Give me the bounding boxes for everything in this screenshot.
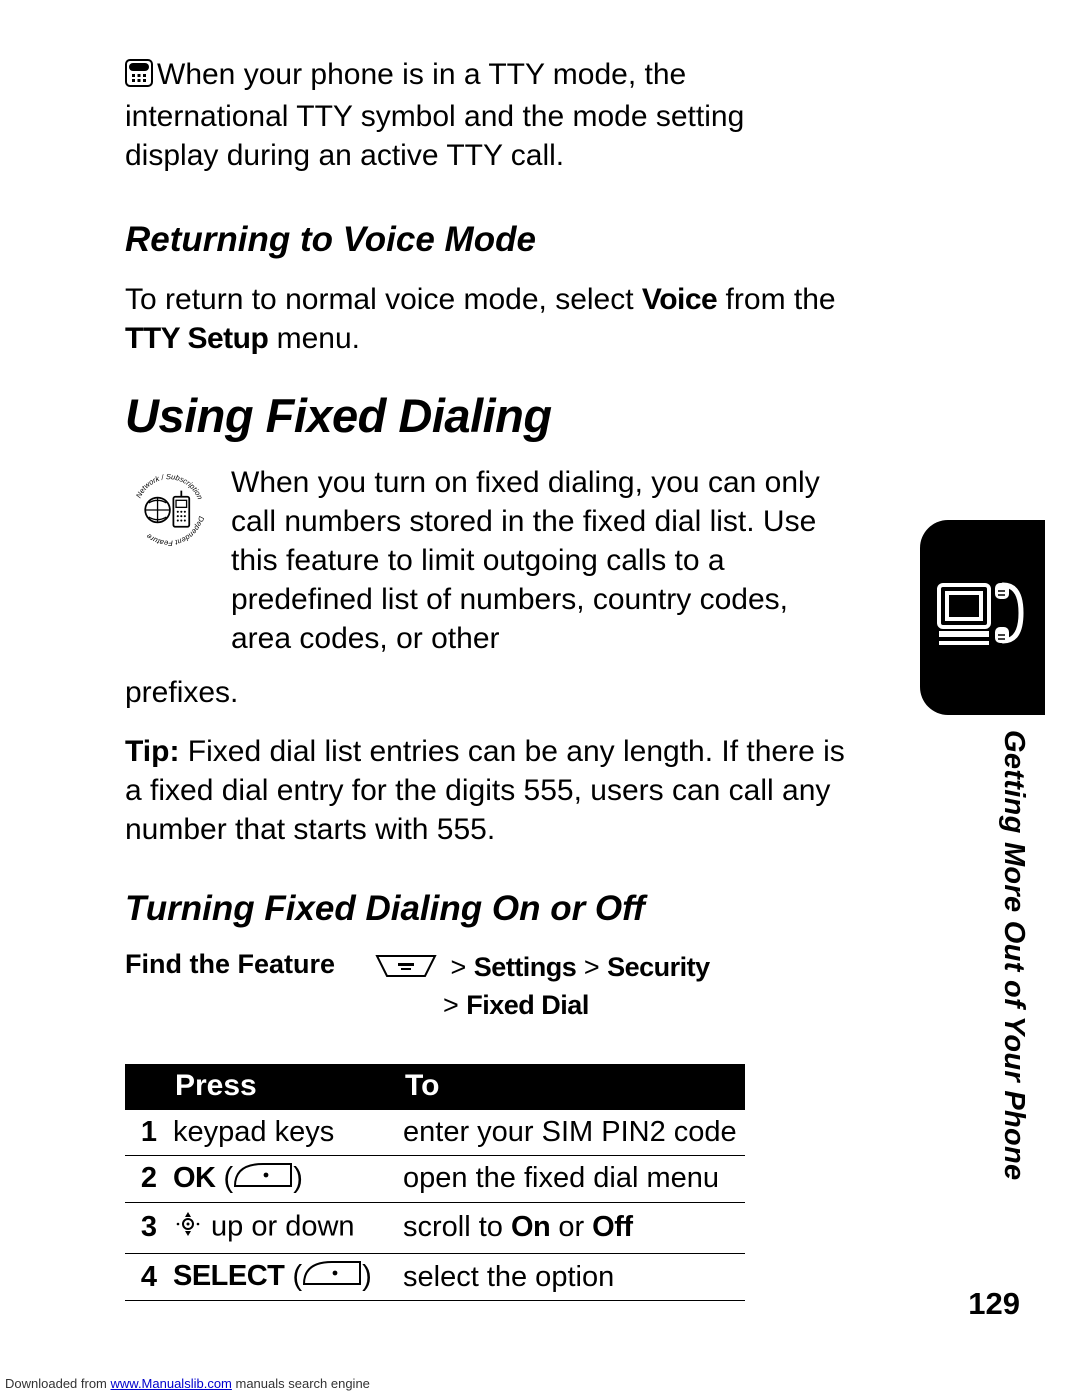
right-softkey-icon — [233, 1162, 293, 1196]
gt3: > — [443, 990, 466, 1020]
on-label: On — [511, 1211, 550, 1243]
fixed-dial-callout-wrap: prefixes. — [125, 673, 845, 712]
row-num: 1 — [125, 1110, 165, 1156]
tip-paragraph: Tip: Fixed dial list entries can be any … — [125, 732, 845, 849]
select-label: SELECT — [173, 1260, 284, 1292]
table-row: 4 SELECT ( ) select the option — [125, 1253, 745, 1300]
to-cell: open the fixed dial menu — [395, 1155, 745, 1202]
find-the-feature: Find the Feature > Settings > Security >… — [125, 949, 845, 1024]
download-footer: Downloaded from www.Manualslib.com manua… — [5, 1376, 370, 1391]
gt2: > — [576, 952, 607, 982]
settings-label: Settings — [474, 952, 577, 982]
th-blank — [125, 1064, 165, 1110]
table-row: 2 OK ( ) open the fixed dial menu — [125, 1155, 745, 1202]
menu-key-icon — [375, 951, 437, 987]
find-feature-label: Find the Feature — [125, 949, 375, 1024]
or-label: or — [550, 1211, 592, 1243]
press-cell: SELECT ( ) — [165, 1253, 395, 1300]
turning-fixed-dialing-heading: Turning Fixed Dialing On or Off — [125, 889, 845, 929]
manualslib-link[interactable]: www.Manualslib.com — [111, 1376, 232, 1391]
table-row: 1 keypad keys enter your SIM PIN2 code — [125, 1110, 745, 1156]
th-to: To — [395, 1064, 745, 1110]
press-cell: OK ( ) — [165, 1155, 395, 1202]
tty-setup-label: TTY Setup — [125, 322, 268, 355]
row-num: 4 — [125, 1253, 165, 1300]
footer-post: manuals search engine — [232, 1376, 370, 1391]
page-number: 129 — [968, 1286, 1020, 1322]
svg-text:Network / Subscription: Network / Subscription — [134, 472, 205, 501]
right-softkey-icon — [302, 1260, 362, 1294]
chapter-label: Getting More Out of Your Phone — [997, 730, 1030, 1180]
ok-label: OK — [173, 1162, 216, 1194]
return-voice-heading: Returning to Voice Mode — [125, 220, 845, 260]
to-cell: enter your SIM PIN2 code — [395, 1110, 745, 1156]
return-voice-body: To return to normal voice mode, select V… — [125, 280, 845, 358]
chapter-tab — [920, 520, 1045, 715]
off-label: Off — [592, 1211, 632, 1243]
paren4: ) — [362, 1260, 372, 1292]
rv-text-2: from the — [717, 283, 835, 316]
intro-text: When your phone is in a TTY mode, the in… — [125, 58, 744, 172]
press-cell: keypad keys — [165, 1110, 395, 1156]
scroll-pre: scroll to — [403, 1211, 511, 1243]
computer-phone-icon — [933, 575, 1033, 660]
network-subscription-dependent-feature-icon: Network / Subscription Dependent Feature — [125, 466, 213, 559]
tip-label: Tip: — [125, 735, 179, 768]
find-feature-path: > Settings > Security > Fixed Dial — [375, 949, 710, 1024]
intro-paragraph: When your phone is in a TTY mode, the in… — [125, 55, 845, 175]
tip-body: Fixed dial list entries can be any lengt… — [125, 735, 845, 846]
paren: ( — [216, 1162, 234, 1194]
paren3: ( — [284, 1260, 302, 1292]
row-num: 3 — [125, 1202, 165, 1253]
rv-text-1: To return to normal voice mode, select — [125, 283, 642, 316]
th-press: Press — [165, 1064, 395, 1110]
gt: > — [451, 952, 474, 982]
fixed-dial-callout-text: When you turn on fixed dialing, you can … — [231, 463, 845, 658]
to-cell: select the option — [395, 1253, 745, 1300]
table-row: 3 up or down scroll to On — [125, 1202, 745, 1253]
fixed-dial-label: Fixed Dial — [466, 990, 589, 1020]
rv-text-3: menu. — [268, 322, 360, 355]
press-to-table: Press To 1 keypad keys enter your SIM PI… — [125, 1064, 745, 1302]
tty-icon — [125, 58, 153, 97]
nav-key-icon — [173, 1209, 203, 1247]
voice-label: Voice — [642, 283, 717, 316]
row-num: 2 — [125, 1155, 165, 1202]
paren2: ) — [293, 1162, 303, 1194]
to-cell: scroll to On or Off — [395, 1202, 745, 1253]
press-cell: up or down — [165, 1202, 395, 1253]
updown-label: up or down — [203, 1211, 355, 1243]
footer-pre: Downloaded from — [5, 1376, 111, 1391]
security-label: Security — [607, 952, 710, 982]
using-fixed-dialing-heading: Using Fixed Dialing — [125, 388, 845, 443]
